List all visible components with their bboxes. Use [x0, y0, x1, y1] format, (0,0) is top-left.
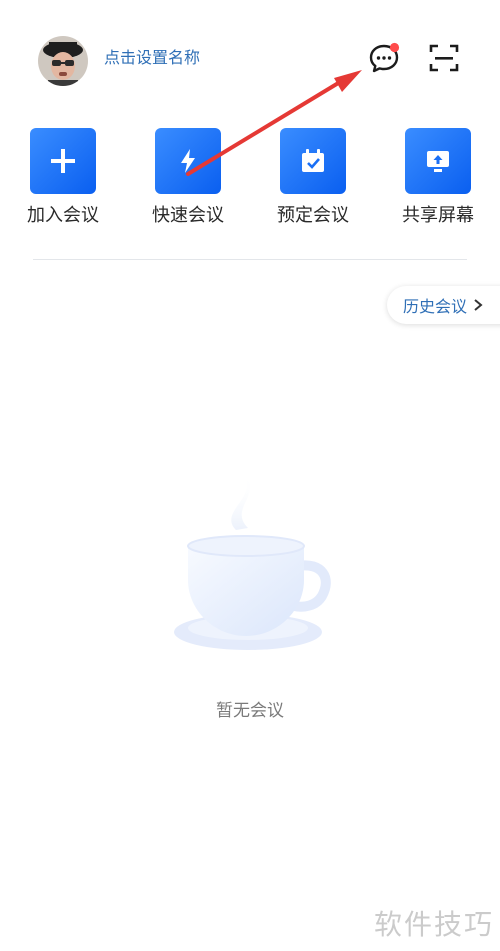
message-bubble-icon [369, 42, 400, 73]
divider [33, 259, 467, 260]
share-screen-tile[interactable] [405, 128, 471, 194]
user-avatar-icon [38, 36, 88, 86]
join-meeting-tile[interactable] [30, 128, 96, 194]
plus-icon [51, 149, 75, 173]
empty-state-text: 暂无会议 [216, 701, 284, 721]
quick-meeting-button[interactable]: 快速会议 [138, 122, 238, 228]
avatar[interactable] [38, 36, 88, 86]
coffee-cup-illustration [174, 474, 331, 650]
share-screen-button[interactable]: 共享屏幕 [388, 122, 488, 228]
schedule-meeting-tile[interactable] [280, 128, 346, 194]
quick-meeting-label: 快速会议 [152, 205, 224, 226]
chevron-right-icon [473, 298, 483, 312]
notification-dot [389, 42, 400, 53]
set-name-link[interactable]: 点击设置名称 [104, 47, 200, 69]
lightning-icon [181, 149, 195, 173]
empty-state: 暂无会议 [0, 440, 500, 740]
scan-button[interactable] [424, 38, 464, 78]
calendar-check-icon [302, 149, 324, 172]
watermark: 软件技巧 [373, 908, 494, 941]
schedule-meeting-button[interactable]: 预定会议 [263, 122, 363, 228]
share-screen-icon [427, 151, 449, 172]
history-meetings-button[interactable]: 历史会议 [387, 286, 500, 324]
scan-icon [429, 44, 459, 72]
top-header: 点击设置名称 [0, 0, 500, 120]
message-button[interactable] [364, 38, 404, 78]
join-meeting-label: 加入会议 [27, 205, 99, 226]
schedule-meeting-label: 预定会议 [277, 205, 349, 226]
share-screen-label: 共享屏幕 [402, 205, 474, 226]
quick-meeting-tile[interactable] [155, 128, 221, 194]
history-meetings-label: 历史会议 [403, 297, 468, 316]
join-meeting-button[interactable]: 加入会议 [13, 122, 113, 228]
quick-actions: 加入会议 快速会议 预定会议 共享屏幕 [0, 122, 500, 242]
